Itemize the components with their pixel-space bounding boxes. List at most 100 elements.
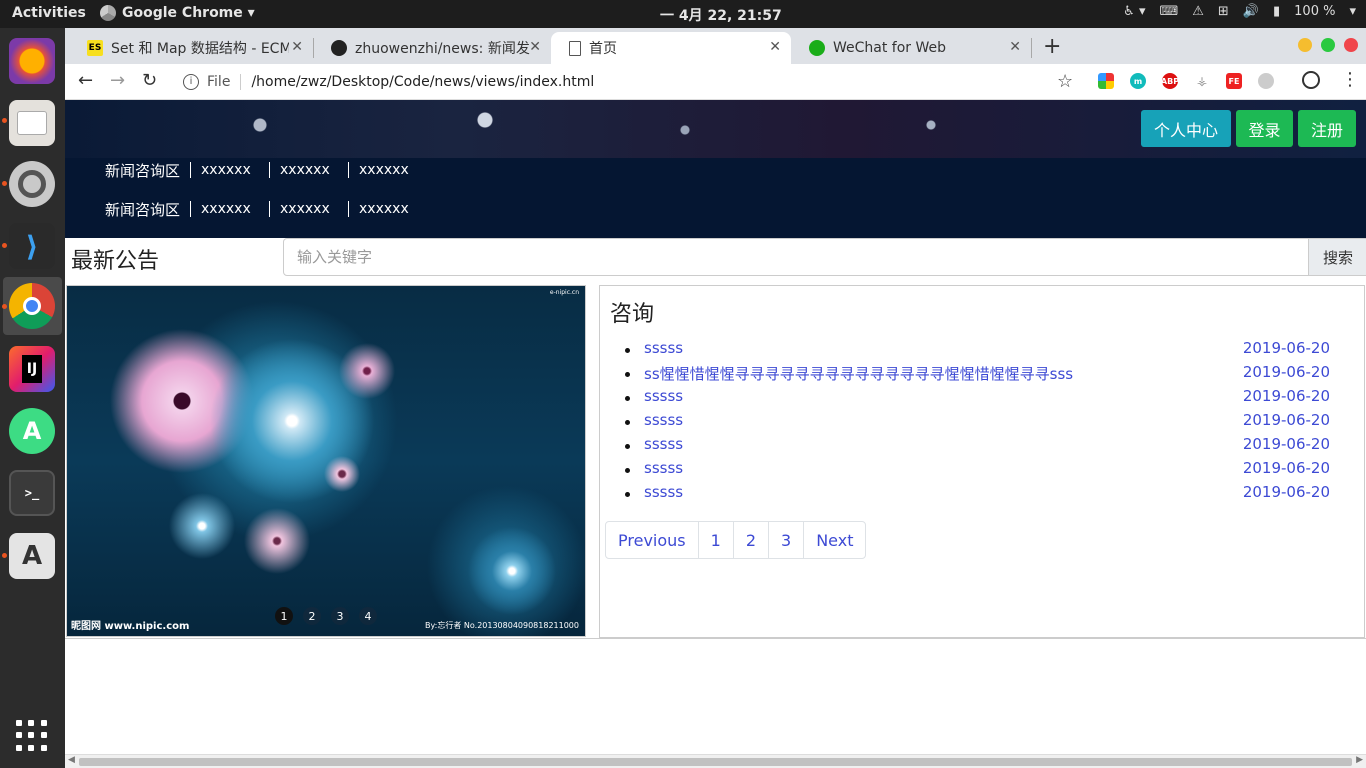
previous-page-button[interactable]: Previous — [606, 522, 698, 558]
vscode-icon[interactable]: ⟩ — [9, 223, 55, 269]
app-menu[interactable]: Google Chrome ▾ — [100, 5, 255, 21]
carousel-indicator[interactable]: 3 — [331, 607, 349, 625]
list-item[interactable]: sssss 2019-06-20 — [625, 411, 1330, 435]
system-top-bar: Activities Google Chrome ▾ 一 4月 22, 21:5… — [0, 0, 1366, 28]
news-title-link[interactable]: sssss — [644, 483, 683, 501]
nav-link[interactable]: xxxxxx — [190, 201, 269, 217]
extension-m-icon[interactable]: m — [1130, 73, 1146, 89]
es-icon: ES — [87, 40, 103, 56]
accessibility-icon[interactable]: ♿ ▾ — [1123, 4, 1145, 19]
extension-fe-icon[interactable]: FE — [1226, 73, 1242, 89]
search-button[interactable]: 搜索 — [1308, 238, 1366, 276]
files-icon[interactable] — [9, 100, 55, 146]
info-icon[interactable]: i — [183, 74, 199, 90]
news-title-link[interactable]: sssss — [644, 387, 683, 405]
login-button[interactable]: 登录 — [1236, 110, 1293, 147]
settings-icon[interactable] — [9, 161, 55, 207]
software-center-icon[interactable]: A — [9, 533, 55, 579]
maximize-button[interactable] — [1321, 38, 1335, 52]
scrollbar-thumb[interactable] — [79, 758, 1352, 766]
horizontal-scrollbar[interactable]: ◀ ▶ — [65, 754, 1366, 768]
address-url[interactable]: /home/zwz/Desktop/Code/news/views/index.… — [251, 74, 594, 90]
list-item[interactable]: sssss 2019-06-20 — [625, 459, 1330, 483]
terminal-icon[interactable]: >_ — [9, 470, 55, 516]
nav-link[interactable]: xxxxxx — [269, 162, 348, 178]
bookmark-star-icon[interactable]: ☆ — [1057, 71, 1073, 92]
back-button[interactable]: ← — [78, 70, 93, 91]
minimize-button[interactable] — [1298, 38, 1312, 52]
account-icon[interactable] — [1302, 71, 1320, 89]
news-title-link[interactable]: sssss — [644, 411, 683, 429]
news-title-link[interactable]: sssss — [644, 459, 683, 477]
address-bar[interactable]: i File /home/zwz/Desktop/Code/news/views… — [175, 67, 1095, 97]
browser-toolbar: ← → ↻ i File /home/zwz/Desktop/Code/news… — [65, 64, 1366, 100]
extension-tree-icon[interactable]: ⚶ — [1194, 73, 1210, 89]
page-button-3[interactable]: 3 — [768, 522, 803, 558]
firefox-icon[interactable] — [9, 38, 55, 84]
page-icon — [569, 40, 581, 56]
nav-link[interactable]: xxxxxx — [269, 201, 348, 217]
reload-button[interactable]: ↻ — [142, 70, 157, 91]
page-button-2[interactable]: 2 — [732, 522, 768, 558]
intellij-icon[interactable]: IJ — [9, 346, 55, 392]
next-page-button[interactable]: Next — [803, 522, 865, 558]
close-icon[interactable]: ✕ — [769, 39, 781, 55]
forward-button[interactable]: → — [110, 70, 125, 91]
list-item[interactable]: sssss 2019-06-20 — [625, 387, 1330, 411]
tab-home[interactable]: 首页 ✕ — [551, 32, 791, 64]
running-indicator — [2, 181, 7, 186]
tab-strip: ES Set 和 Map 数据结构 - ECM ✕ zhuowenzhi/new… — [65, 28, 1366, 64]
extension-gray-icon[interactable] — [1258, 73, 1274, 89]
tab-wechat[interactable]: WeChat for Web ✕ — [791, 32, 1031, 64]
nav-row-title[interactable]: 新闻咨询区 — [105, 160, 190, 181]
keyboard-icon[interactable]: ⌨ — [1159, 4, 1178, 19]
image-carousel[interactable]: e-nipic.cn 昵图网 www.nipic.com By:忘行者 No.2… — [66, 285, 586, 637]
list-item[interactable]: sssss 2019-06-20 — [625, 435, 1330, 459]
news-title-link[interactable]: sssss — [644, 435, 683, 453]
search-input[interactable]: 输入关键字 — [283, 238, 1309, 276]
show-applications-icon[interactable] — [16, 720, 48, 752]
running-indicator — [2, 553, 7, 558]
tab-github[interactable]: zhuowenzhi/news: 新闻发 ✕ — [313, 32, 551, 64]
new-tab-button[interactable]: + — [1043, 34, 1061, 59]
nav-row-title[interactable]: 新闻咨询区 — [105, 199, 190, 220]
close-icon[interactable]: ✕ — [1009, 39, 1021, 55]
tab-es6[interactable]: ES Set 和 Map 数据结构 - ECM ✕ — [69, 32, 313, 64]
user-center-button[interactable]: 个人中心 — [1141, 110, 1231, 147]
nav-link[interactable]: xxxxxx — [348, 162, 427, 178]
nav-link[interactable]: xxxxxx — [348, 201, 427, 217]
adblock-icon[interactable]: ABP — [1161, 73, 1179, 89]
chrome-icon[interactable] — [9, 283, 55, 329]
tab-title: WeChat for Web — [833, 40, 947, 56]
activities-button[interactable]: Activities — [12, 5, 86, 21]
flower-small — [322, 454, 362, 494]
battery-icon[interactable]: ▮ — [1273, 4, 1280, 19]
carousel-indicator[interactable]: 4 — [359, 607, 377, 625]
volume-icon[interactable]: 🔊 — [1243, 4, 1259, 19]
nav-link[interactable]: xxxxxx — [190, 162, 269, 178]
page-button-1[interactable]: 1 — [697, 522, 733, 558]
carousel-indicator[interactable]: 2 — [303, 607, 321, 625]
system-tray[interactable]: ♿ ▾ ⌨ ⚠ ⊞ 🔊 ▮ 100 % ▾ — [1123, 4, 1356, 19]
scroll-left-icon[interactable]: ◀ — [68, 755, 75, 765]
list-item[interactable]: sssss 2019-06-20 — [625, 483, 1330, 507]
carousel-indicator[interactable]: 1 — [275, 607, 293, 625]
scroll-right-icon[interactable]: ▶ — [1356, 755, 1363, 765]
clock[interactable]: 一 4月 22, 21:57 — [660, 5, 782, 25]
news-date: 2019-06-20 — [1242, 387, 1330, 405]
close-window-button[interactable] — [1344, 38, 1358, 52]
warning-icon[interactable]: ⚠ — [1192, 4, 1204, 19]
news-title-link[interactable]: sssss — [644, 339, 683, 357]
list-item[interactable]: sssss 2019-06-20 — [625, 339, 1330, 363]
extension-colors-icon[interactable] — [1098, 73, 1114, 89]
close-icon[interactable]: ✕ — [529, 39, 541, 55]
android-studio-icon[interactable]: A — [9, 408, 55, 454]
list-item[interactable]: ss惺惺惜惺惺寻寻寻寻寻寻寻寻寻寻寻寻寻寻惺惺惜惺惺寻寻sss 2019-06-2… — [625, 363, 1330, 387]
news-date: 2019-06-20 — [1242, 411, 1330, 429]
chevron-down-icon[interactable]: ▾ — [1349, 4, 1356, 19]
network-icon[interactable]: ⊞ — [1218, 4, 1229, 19]
close-icon[interactable]: ✕ — [291, 39, 303, 55]
register-button[interactable]: 注册 — [1298, 110, 1356, 147]
menu-icon[interactable]: ⋮ — [1341, 69, 1359, 90]
news-title-link[interactable]: ss惺惺惜惺惺寻寻寻寻寻寻寻寻寻寻寻寻寻寻惺惺惜惺惺寻寻sss — [644, 365, 1073, 383]
